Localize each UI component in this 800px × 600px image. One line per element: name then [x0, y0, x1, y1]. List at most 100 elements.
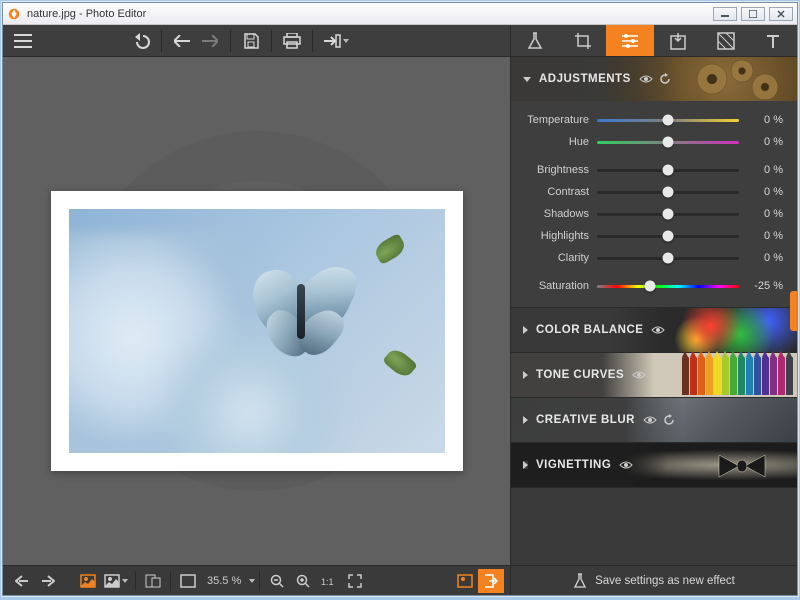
crop-tab[interactable] — [559, 25, 607, 56]
prev-image-button[interactable] — [9, 569, 35, 593]
zoom-in-button[interactable] — [290, 569, 316, 593]
slider-thumb[interactable] — [663, 115, 674, 126]
slider-hue: Hue 0 % — [519, 131, 783, 153]
slider-label: Clarity — [519, 252, 597, 264]
slider-thumb[interactable] — [663, 187, 674, 198]
fullscreen-button[interactable] — [342, 569, 368, 593]
slider-value: 0 % — [739, 136, 783, 148]
exit-button[interactable] — [478, 569, 504, 593]
presets-tab[interactable] — [511, 25, 559, 56]
forward-button[interactable] — [196, 28, 224, 54]
actual-size-button[interactable]: 1:1 — [316, 569, 342, 593]
app-logo-icon — [7, 7, 21, 21]
print-button[interactable] — [278, 28, 306, 54]
status-bar: 35.5 % 1:1 — [3, 565, 510, 595]
slider-thumb[interactable] — [663, 209, 674, 220]
image-preview[interactable] — [51, 191, 463, 471]
slider-track[interactable] — [597, 135, 739, 149]
eye-icon[interactable] — [643, 415, 657, 425]
section-header-adjustments[interactable]: ADJUSTMENTS — [511, 57, 797, 101]
chevron-right-icon — [523, 326, 528, 334]
slider-highlights: Highlights 0 % — [519, 225, 783, 247]
next-image-button[interactable] — [35, 569, 61, 593]
compare-view-button[interactable] — [101, 569, 131, 593]
save-as-effect-button[interactable]: Save settings as new effect — [511, 565, 797, 595]
slider-thumb[interactable] — [663, 165, 674, 176]
titlebar: nature.jpg - Photo Editor — [3, 3, 797, 25]
editor-left-pane: 35.5 % 1:1 — [3, 25, 510, 595]
adjust-tab[interactable] — [606, 25, 654, 56]
texture-tab[interactable] — [702, 25, 750, 56]
section-header-color-balance[interactable]: COLOR BALANCE — [511, 308, 797, 352]
save-effect-label: Save settings as new effect — [595, 575, 735, 587]
slider-value: 0 % — [739, 230, 783, 242]
section-header-vignetting[interactable]: VIGNETTING — [511, 443, 797, 487]
butterfly-subject — [245, 259, 365, 359]
canvas-area[interactable] — [3, 57, 510, 565]
overlay-tab[interactable] — [654, 25, 702, 56]
main-toolbar — [3, 25, 510, 57]
panel-collapse-handle[interactable] — [790, 291, 797, 331]
section-header-creative-blur[interactable]: CREATIVE BLUR — [511, 398, 797, 442]
close-button[interactable] — [769, 7, 793, 21]
slider-track[interactable] — [597, 279, 739, 293]
slider-track[interactable] — [597, 163, 739, 177]
slider-thumb[interactable] — [663, 137, 674, 148]
slider-label: Saturation — [519, 280, 597, 292]
slider-label: Hue — [519, 136, 597, 148]
save-button[interactable] — [237, 28, 265, 54]
section-label: ADJUSTMENTS — [539, 73, 631, 85]
slider-value: 0 % — [739, 164, 783, 176]
eye-icon[interactable] — [639, 74, 653, 84]
undo-button[interactable] — [127, 28, 155, 54]
slider-label: Shadows — [519, 208, 597, 220]
single-view-button[interactable] — [75, 569, 101, 593]
eye-icon[interactable] — [619, 460, 633, 470]
menu-button[interactable] — [9, 28, 37, 54]
export-button[interactable] — [319, 28, 353, 54]
slider-label: Highlights — [519, 230, 597, 242]
slider-shadows: Shadows0 % — [519, 203, 783, 225]
back-button[interactable] — [168, 28, 196, 54]
svg-text:1:1: 1:1 — [321, 577, 334, 587]
section-header-tone-curves[interactable]: TONE CURVES — [511, 353, 797, 397]
zoom-level: 35.5 % — [201, 575, 247, 587]
flask-icon — [527, 32, 543, 50]
section-label: COLOR BALANCE — [536, 324, 643, 336]
chevron-down-icon — [122, 579, 128, 583]
chevron-down-icon — [523, 77, 531, 82]
maximize-button[interactable] — [741, 7, 765, 21]
adjustments-sliders: Temperature0 %Hue0 %Brightness0 %Contras… — [511, 101, 797, 307]
reset-icon[interactable] — [663, 414, 675, 426]
slider-track[interactable] — [597, 229, 739, 243]
thumbnail-view-button[interactable] — [452, 569, 478, 593]
slider-value: 0 % — [739, 114, 783, 126]
chevron-down-icon — [343, 39, 349, 43]
slider-track[interactable] — [597, 251, 739, 265]
download-box-icon — [670, 32, 686, 50]
slider-saturation: Saturation-25 % — [519, 275, 783, 297]
sliders-icon — [621, 33, 639, 49]
minimize-button[interactable] — [713, 7, 737, 21]
gears-decoration — [687, 59, 787, 99]
slider-label: Brightness — [519, 164, 597, 176]
eye-icon[interactable] — [632, 370, 646, 380]
slider-thumb[interactable] — [663, 253, 674, 264]
reset-icon[interactable] — [659, 73, 671, 85]
slider-track[interactable] — [597, 113, 739, 127]
section-label: CREATIVE BLUR — [536, 414, 635, 426]
slider-thumb[interactable] — [663, 231, 674, 242]
slider-track[interactable] — [597, 185, 739, 199]
chevron-down-icon[interactable] — [249, 579, 255, 583]
rotate-button[interactable] — [140, 569, 166, 593]
fit-screen-button[interactable] — [175, 569, 201, 593]
crop-icon — [574, 32, 592, 50]
text-tab[interactable] — [749, 25, 797, 56]
slider-clarity: Clarity0 % — [519, 247, 783, 269]
eye-icon[interactable] — [651, 325, 665, 335]
slider-track[interactable] — [597, 207, 739, 221]
zoom-out-button[interactable] — [264, 569, 290, 593]
slider-label: Contrast — [519, 186, 597, 198]
slider-thumb[interactable] — [644, 281, 655, 292]
slider-brightness: Brightness 0 % — [519, 159, 783, 181]
